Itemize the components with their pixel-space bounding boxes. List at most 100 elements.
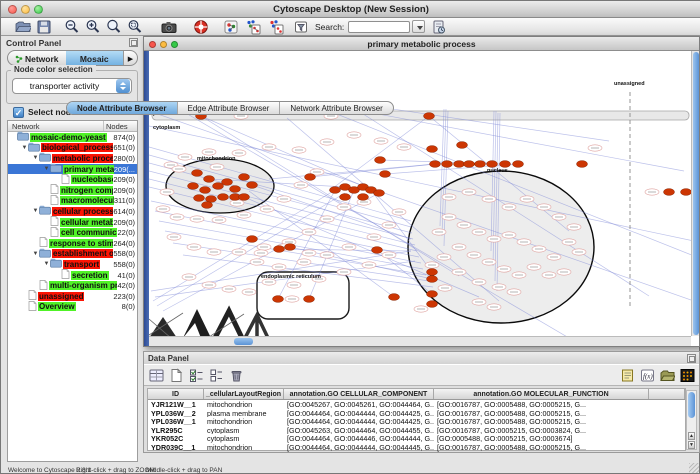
go-term-node[interactable] <box>645 189 659 195</box>
go-term-node[interactable] <box>202 282 216 288</box>
protein-node[interactable] <box>375 157 386 164</box>
go-term-node[interactable] <box>527 264 541 270</box>
tree-column-nodes[interactable]: Nodes <box>104 121 137 131</box>
go-term-node[interactable] <box>210 164 224 170</box>
protein-node[interactable] <box>200 187 211 194</box>
protein-node[interactable] <box>204 176 215 183</box>
go-term-node[interactable] <box>572 249 586 255</box>
protein-node[interactable] <box>188 183 199 190</box>
delete-attribute-icon[interactable] <box>229 368 244 383</box>
protein-node[interactable] <box>330 187 341 194</box>
go-term-node[interactable] <box>502 204 516 210</box>
float-panel-icon[interactable] <box>687 354 696 363</box>
go-term-node[interactable] <box>487 304 501 310</box>
protein-node[interactable] <box>239 194 250 201</box>
column-header-id[interactable]: ID <box>148 389 204 399</box>
go-term-node[interactable] <box>260 206 274 212</box>
tree-row[interactable]: cellular metabo209(0) <box>8 217 137 228</box>
protein-node[interactable] <box>427 276 438 283</box>
protein-node[interactable] <box>389 294 400 301</box>
go-term-node[interactable] <box>374 138 388 144</box>
go-term-node[interactable] <box>182 274 196 280</box>
go-term-node[interactable] <box>254 250 268 256</box>
zoom-in-icon[interactable] <box>85 19 101 35</box>
tree-row[interactable]: ▼establishment of lo558(0) <box>8 249 137 260</box>
scroll-down-icon[interactable]: ▼ <box>688 441 695 449</box>
network-canvas[interactable]: plasma membrane cytoplasm mitochondrion … <box>149 51 691 336</box>
disclosure-triangle-icon[interactable]: ▼ <box>43 261 50 267</box>
go-term-node[interactable] <box>482 259 496 265</box>
protein-node[interactable] <box>427 301 438 308</box>
go-term-node[interactable] <box>250 259 264 265</box>
go-term-node[interactable] <box>222 286 236 292</box>
canvas-horizontal-scrollbar[interactable] <box>149 336 691 346</box>
protein-node[interactable] <box>192 170 203 177</box>
float-panel-icon[interactable] <box>129 38 138 47</box>
go-term-node[interactable] <box>438 285 452 291</box>
protein-node[interactable] <box>513 161 524 168</box>
search-options-arrow[interactable] <box>412 20 425 33</box>
go-term-node[interactable] <box>392 209 406 215</box>
go-term-node[interactable] <box>285 296 299 302</box>
table-row[interactable]: YPL036W__2plasma membrane[GO:0044464, GO… <box>148 409 685 418</box>
go-term-node[interactable] <box>452 269 466 275</box>
go-term-node[interactable] <box>425 262 439 268</box>
go-term-node[interactable] <box>382 222 396 228</box>
table-vertical-scrollbar[interactable]: ▲ ▼ <box>686 390 697 450</box>
select-attributes-icon[interactable] <box>189 368 204 383</box>
protein-node[interactable] <box>247 236 258 243</box>
protein-node[interactable] <box>230 186 241 193</box>
tree-row[interactable]: cell communicat22(0) <box>8 227 137 238</box>
protein-node[interactable] <box>340 194 351 201</box>
go-term-node[interactable] <box>190 216 204 222</box>
go-term-node[interactable] <box>237 212 251 218</box>
go-term-node[interactable] <box>178 154 192 160</box>
go-term-node[interactable] <box>172 166 186 172</box>
protein-node[interactable] <box>202 202 213 209</box>
protein-node[interactable] <box>372 247 383 254</box>
go-term-node[interactable] <box>262 144 276 150</box>
go-term-node[interactable] <box>492 284 506 290</box>
tree-row[interactable]: ▼primary metabo209(... <box>8 164 137 175</box>
go-term-node[interactable] <box>302 229 316 235</box>
go-term-node[interactable] <box>497 266 511 272</box>
go-term-node[interactable] <box>472 299 486 305</box>
tree-row[interactable]: ▼biological_process651(0) <box>8 143 137 154</box>
tree-row[interactable]: Overview8(0) <box>8 302 137 313</box>
go-term-node[interactable] <box>362 262 376 268</box>
new-attribute-icon[interactable] <box>169 368 184 383</box>
go-term-node[interactable] <box>320 252 334 258</box>
column-header-region[interactable]: _cellularLayoutRegion <box>204 389 284 399</box>
tree-row[interactable]: ▼metabolic process280(0) <box>8 153 137 164</box>
tree-row[interactable]: nitrogen compo209(0) <box>8 185 137 196</box>
import-settings-icon[interactable] <box>431 19 447 35</box>
go-term-node[interactable] <box>547 254 561 260</box>
disclosure-triangle-icon[interactable]: ▼ <box>43 166 50 172</box>
go-term-node[interactable] <box>382 252 396 258</box>
go-term-node[interactable] <box>202 149 216 155</box>
protein-node[interactable] <box>430 161 441 168</box>
nucleus-compartment[interactable] <box>408 171 594 323</box>
search-input[interactable] <box>348 21 410 33</box>
go-term-node[interactable] <box>472 229 486 235</box>
protein-node[interactable] <box>239 174 250 181</box>
go-term-node[interactable] <box>337 204 351 210</box>
go-term-node[interactable] <box>442 194 456 200</box>
go-term-node[interactable] <box>562 239 576 245</box>
go-term-node[interactable] <box>160 189 174 195</box>
go-term-node[interactable] <box>552 214 566 220</box>
protein-node[interactable] <box>247 182 258 189</box>
go-term-node[interactable] <box>232 249 246 255</box>
go-term-node[interactable] <box>294 182 308 188</box>
import-attributes-icon[interactable] <box>268 19 284 35</box>
save-icon[interactable] <box>36 19 52 35</box>
protein-node[interactable] <box>304 296 315 303</box>
color-attribute-dropdown[interactable]: transporter activity <box>12 78 132 94</box>
table-row[interactable]: YLR295Ccytoplasm[GO:0045263, GO:0044464,… <box>148 426 685 435</box>
filter-icon[interactable] <box>293 19 309 35</box>
protein-node[interactable] <box>374 190 385 197</box>
tree-row[interactable]: nucleobase-209(0) <box>8 174 137 185</box>
protein-node[interactable] <box>218 194 229 201</box>
protein-node[interactable] <box>273 296 284 303</box>
protein-node[interactable] <box>427 291 438 298</box>
